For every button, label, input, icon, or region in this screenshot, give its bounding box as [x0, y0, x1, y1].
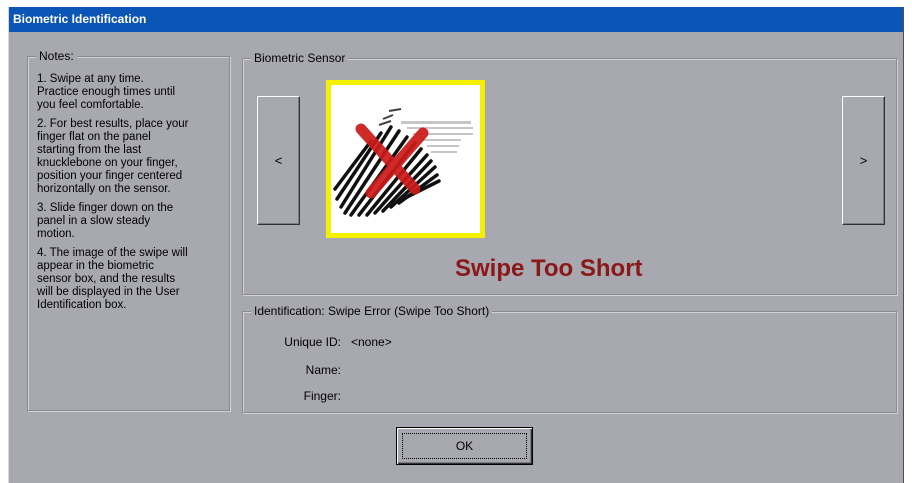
ok-button[interactable]: OK — [396, 427, 533, 465]
identification-group: Identification: Swipe Error (Swipe Too S… — [242, 304, 897, 413]
notes-group: Notes: 1. Swipe at any time. Practice en… — [27, 49, 230, 411]
name-label: Name: — [305, 363, 341, 377]
swipe-status-text: Swipe Too Short — [455, 255, 643, 282]
window-title: Biometric Identification — [13, 12, 147, 26]
previous-label: < — [274, 153, 283, 168]
unique-id-value: <none> — [351, 335, 392, 349]
identification-legend: Identification: Swipe Error (Swipe Too S… — [251, 304, 493, 318]
notes-legend: Notes: — [36, 49, 77, 63]
notes-list: 1. Swipe at any time. Practice enough ti… — [37, 73, 237, 318]
next-button[interactable]: > — [842, 96, 885, 225]
note-item: 1. Swipe at any time. Practice enough ti… — [37, 73, 176, 111]
previous-button[interactable]: < — [257, 96, 300, 225]
note-item: 4. The image of the swipe will appear in… — [37, 247, 188, 311]
title-bar[interactable]: Biometric Identification — [9, 7, 903, 32]
sensor-legend: Biometric Sensor — [251, 51, 349, 65]
biometric-dialog: Biometric Identification Notes: 1. Swipe… — [8, 7, 904, 483]
note-item: 2. For best results, place your finger f… — [37, 118, 189, 195]
fingerprint-swipe-error-icon — [331, 85, 480, 233]
next-label: > — [859, 153, 868, 168]
sensor-image-frame — [326, 80, 485, 238]
focus-rectangle — [402, 433, 527, 459]
finger-label: Finger: — [303, 389, 341, 403]
note-item: 3. Slide finger down on the panel in a s… — [37, 202, 174, 240]
unique-id-label: Unique ID: — [284, 335, 341, 349]
